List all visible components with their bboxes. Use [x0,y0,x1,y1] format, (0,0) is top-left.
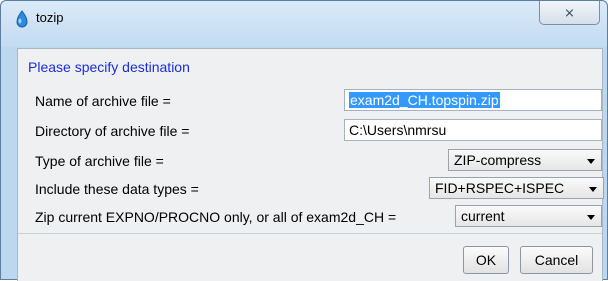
archive-dir-value: C:\Users\nmrsu [349,122,447,138]
zip-scope-label: Zip current EXPNO/PROCNO only, or all of… [35,209,397,225]
archive-dir-label: Directory of archive file = [35,123,190,139]
close-icon: ⨯ [564,4,575,20]
data-types-select[interactable]: FID+RSPEC+ISPEC [429,177,604,199]
archive-name-input[interactable]: exam2d_CH.topspin.zip [344,89,602,111]
title-bar[interactable]: tozip ⨯ [1,1,607,47]
archive-type-select[interactable]: ZIP-compress [448,149,602,171]
data-types-label: Include these data types = [35,181,199,197]
data-types-value: FID+RSPEC+ISPEC [435,180,565,196]
chevron-down-icon [587,215,595,220]
zip-scope-select[interactable]: current [455,205,602,227]
dialog-window: tozip ⨯ Please specify destination Name … [0,0,608,281]
window-title: tozip [36,10,64,25]
chevron-down-icon [587,159,595,164]
dialog-heading: Please specify destination [28,59,190,75]
archive-type-value: ZIP-compress [454,152,542,168]
close-button[interactable]: ⨯ [539,1,600,25]
archive-dir-input[interactable]: C:\Users\nmrsu [344,119,602,141]
archive-type-label: Type of archive file = [35,153,164,169]
ok-button[interactable]: OK [463,246,509,274]
chevron-down-icon [589,187,597,192]
divider [18,233,602,234]
zip-scope-value: current [461,208,505,224]
cancel-button[interactable]: Cancel [520,246,593,274]
archive-name-value: exam2d_CH.topspin.zip [349,92,500,108]
tozip-app-icon [16,10,28,28]
dialog-panel: Please specify destination Name of archi… [17,48,604,281]
archive-name-label: Name of archive file = [35,93,171,109]
